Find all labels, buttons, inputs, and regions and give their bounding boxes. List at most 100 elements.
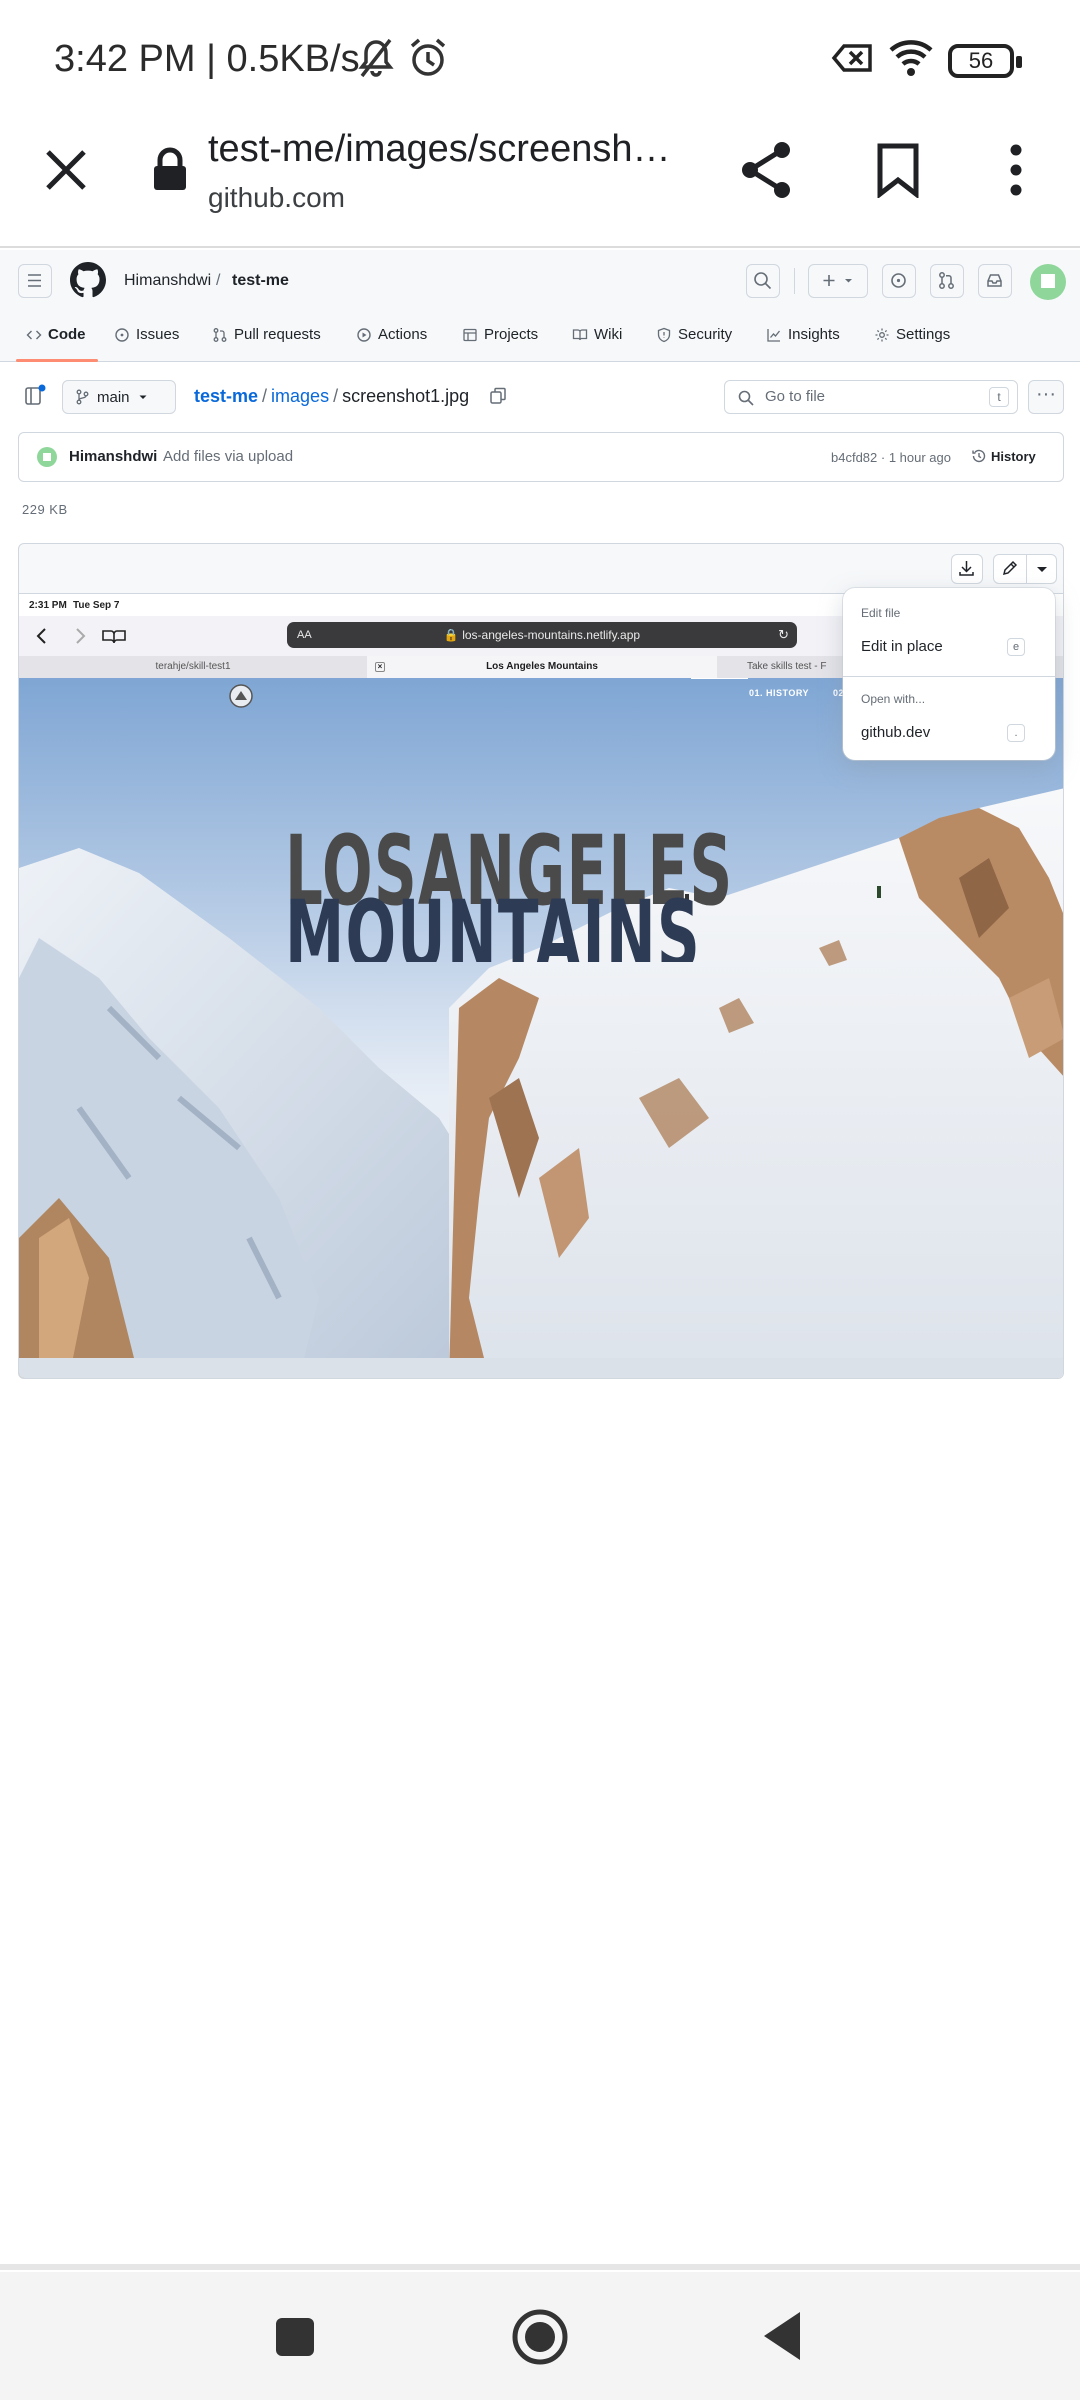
page-bottom-divider <box>0 2264 1080 2270</box>
repo-name-link[interactable]: test-me <box>232 272 289 290</box>
branch-name: main <box>97 388 130 406</box>
create-new-button[interactable] <box>808 264 868 298</box>
hero-nav-history: 01. HISTORY <box>749 688 810 698</box>
close-icon: × <box>375 662 385 672</box>
menu-button[interactable] <box>18 264 52 298</box>
bookmark-icon[interactable] <box>876 142 920 203</box>
crumb-separator: / <box>216 272 221 289</box>
tab-issues[interactable]: Issues <box>114 326 179 343</box>
edit-button-group <box>993 554 1057 584</box>
pull-request-icon <box>939 272 954 289</box>
tab-wiki[interactable]: Wiki <box>572 326 622 343</box>
home-icon[interactable] <box>511 2308 569 2371</box>
more-vert-icon[interactable] <box>1008 144 1024 201</box>
tab-actions-label: Actions <box>378 326 428 343</box>
repo-nav: Code Issues Pull requests Actions Projec… <box>0 314 1080 362</box>
book-icon <box>572 328 588 340</box>
copy-icon[interactable] <box>488 386 508 411</box>
tab-actions[interactable]: Actions <box>356 326 427 343</box>
share-icon[interactable] <box>738 140 794 205</box>
safari-tab: × Los Angeles Mountains <box>367 656 717 678</box>
menu-group-open-with: Open with... <box>861 692 926 706</box>
safari-url: los-angeles-mountains.netlify.app <box>462 628 641 642</box>
shortcut-key: . <box>1007 724 1025 742</box>
edit-dropdown-menu: Edit file Edit in place e Open with... g… <box>843 588 1055 760</box>
more-options-button[interactable]: ··· <box>1028 380 1064 414</box>
page-domain[interactable]: github.com <box>208 182 345 214</box>
breadcrumb-repo-link[interactable]: test-me <box>194 386 258 406</box>
commit-meta[interactable]: b4cfd82 · 1 hour ago <box>831 450 951 465</box>
mountain-scene <box>19 678 1063 1378</box>
pull-requests-button[interactable] <box>930 264 964 298</box>
pencil-icon[interactable] <box>994 555 1026 588</box>
browser-toolbar: test-me/images/screensho… github.com <box>0 120 1080 248</box>
tab-pull-requests-label: Pull requests <box>234 326 321 343</box>
go-to-file-input[interactable]: Go to file t <box>724 380 1018 414</box>
safari-url-bar: AA 🔒 los-angeles-mountains.netlify.app ↻ <box>287 622 797 648</box>
page-title[interactable]: test-me/images/screensho… <box>208 128 688 171</box>
tab-code-label: Code <box>48 326 86 343</box>
menu-item-edit-in-place[interactable]: Edit in place e <box>861 638 1041 656</box>
wifi-icon <box>888 36 934 85</box>
alarm-icon <box>406 36 450 85</box>
branch-select-button[interactable]: main <box>62 380 176 414</box>
bell-off-icon <box>356 36 396 85</box>
menu-group-edit-file: Edit file <box>861 606 901 620</box>
lock-icon: 🔒 <box>443 628 459 642</box>
safari-tab-label: terahje/skill-test1 <box>155 661 231 672</box>
commit-author[interactable]: Himanshdwi <box>69 448 157 465</box>
no-sim-icon <box>830 36 874 85</box>
issue-icon <box>115 327 129 342</box>
menu-item-label: Edit in place <box>861 638 943 655</box>
breadcrumb-dir-link[interactable]: images <box>271 386 329 406</box>
recents-icon[interactable] <box>274 2316 316 2363</box>
search-button[interactable] <box>746 264 780 298</box>
play-circle-icon <box>357 327 371 342</box>
tab-insights-label: Insights <box>788 326 840 343</box>
go-to-file-placeholder: Go to file <box>765 388 826 405</box>
avatar[interactable] <box>37 447 57 467</box>
git-branch-icon <box>76 389 89 405</box>
history-icon <box>972 449 986 463</box>
issue-icon <box>891 273 906 288</box>
tab-pull-requests[interactable]: Pull requests <box>212 326 321 343</box>
tab-settings[interactable]: Settings <box>874 326 950 343</box>
breadcrumb-separator: / <box>333 386 339 406</box>
safari-tab: terahje/skill-test1 <box>19 656 367 678</box>
tab-insights[interactable]: Insights <box>766 326 840 343</box>
tab-security[interactable]: Security <box>656 326 732 343</box>
triangle-down-icon[interactable] <box>1027 555 1057 588</box>
graph-icon <box>767 328 781 342</box>
lock-icon[interactable] <box>150 146 190 199</box>
tab-settings-label: Settings <box>896 326 951 343</box>
side-panel-toggle-icon[interactable] <box>22 382 50 410</box>
issues-button[interactable] <box>882 264 916 298</box>
repo-owner-link[interactable]: Himanshdwi <box>124 272 211 290</box>
avatar[interactable] <box>1030 264 1066 300</box>
history-label: History <box>991 448 1036 464</box>
file-size: 229 KB <box>22 502 68 517</box>
go-to-file-shortcut: t <box>989 387 1009 407</box>
history-button[interactable]: History <box>971 448 1036 464</box>
back-icon[interactable] <box>760 2310 804 2367</box>
safari-tab-label: Take skills test - F <box>747 661 827 672</box>
commit-message[interactable]: Add files via upload <box>163 448 293 465</box>
header-divider <box>794 268 795 294</box>
android-nav-bar <box>0 2272 1080 2400</box>
inbox-icon <box>987 274 1002 287</box>
battery-icon: 56 <box>948 44 1022 78</box>
active-tab-indicator <box>16 359 98 362</box>
inbox-button[interactable] <box>978 264 1012 298</box>
close-icon[interactable] <box>42 146 90 199</box>
file-viewer-toolbar <box>19 544 1063 594</box>
tab-projects[interactable]: Projects <box>462 326 538 343</box>
menu-item-github-dev[interactable]: github.dev . <box>861 724 1041 742</box>
hamburger-icon <box>28 274 41 287</box>
table-icon <box>463 328 477 341</box>
download-button[interactable] <box>951 554 983 584</box>
github-logo-icon[interactable] <box>70 262 106 303</box>
tab-wiki-label: Wiki <box>594 326 623 343</box>
latest-commit-bar: Himanshdwi Add files via upload b4cfd82 … <box>18 432 1064 482</box>
triangle-down-icon <box>139 395 147 399</box>
tab-code[interactable]: Code <box>26 326 86 343</box>
